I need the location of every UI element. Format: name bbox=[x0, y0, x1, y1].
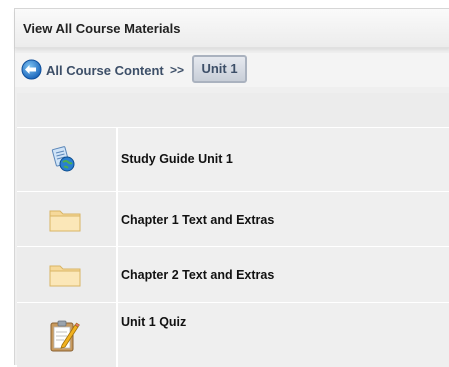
item-icon-cell bbox=[17, 247, 118, 302]
item-icon-cell bbox=[17, 192, 118, 246]
clipboard-pencil-icon bbox=[50, 320, 80, 352]
breadcrumb-separator: >> bbox=[170, 63, 185, 77]
breadcrumb-current-unit[interactable]: Unit 1 bbox=[192, 55, 247, 83]
study-guide-globe-icon bbox=[51, 146, 75, 172]
item-title[interactable]: Chapter 1 Text and Extras bbox=[121, 213, 274, 227]
content-list: Study Guide Unit 1 Chapter 1 Text and Ex… bbox=[17, 127, 449, 367]
page-title: View All Course Materials bbox=[23, 21, 181, 36]
list-header-row bbox=[17, 93, 449, 127]
item-title[interactable]: Chapter 2 Text and Extras bbox=[121, 268, 274, 282]
course-materials-panel: View All Course Materials All Course Con… bbox=[14, 8, 449, 367]
list-item[interactable]: Chapter 2 Text and Extras bbox=[17, 246, 449, 302]
panel-header: View All Course Materials bbox=[15, 9, 449, 48]
folder-icon bbox=[49, 265, 81, 287]
back-arrow-icon[interactable] bbox=[21, 59, 42, 80]
list-item[interactable]: Chapter 1 Text and Extras bbox=[17, 191, 449, 246]
breadcrumb-all-course-content[interactable]: All Course Content bbox=[46, 63, 164, 78]
folder-icon bbox=[49, 210, 81, 232]
breadcrumb: All Course Content >> Unit 1 bbox=[15, 53, 449, 87]
list-item[interactable]: Study Guide Unit 1 bbox=[17, 127, 449, 191]
item-icon-cell bbox=[17, 303, 118, 367]
list-item[interactable]: Unit 1 Quiz bbox=[17, 302, 449, 367]
item-icon-cell bbox=[17, 128, 118, 191]
item-title[interactable]: Unit 1 Quiz bbox=[121, 315, 186, 329]
item-title[interactable]: Study Guide Unit 1 bbox=[121, 152, 233, 166]
